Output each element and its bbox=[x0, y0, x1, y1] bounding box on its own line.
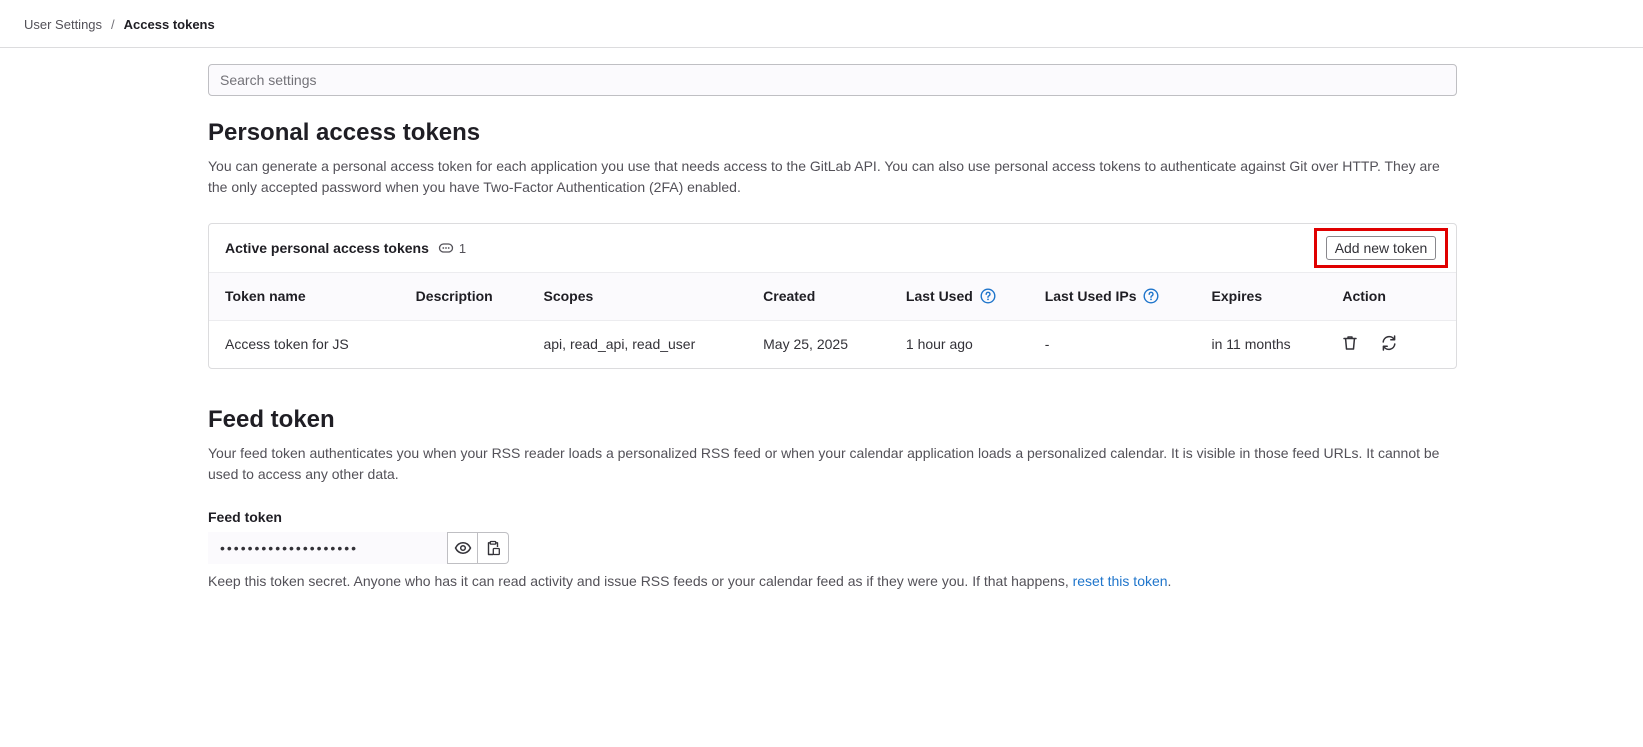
reset-token-link[interactable]: reset this token bbox=[1073, 573, 1168, 589]
top-bar: User Settings / Access tokens bbox=[0, 0, 1643, 48]
feed-token-help: Keep this token secret. Anyone who has i… bbox=[208, 571, 1457, 591]
active-tokens-title: Active personal access tokens bbox=[225, 240, 429, 256]
table-row: Access token for JS api, read_api, read_… bbox=[209, 320, 1456, 368]
active-tokens-header: Active personal access tokens 1 Add new … bbox=[209, 224, 1456, 273]
token-created-cell: May 25, 2025 bbox=[763, 336, 848, 353]
feed-token-field[interactable]: •••••••••••••••••••• bbox=[208, 532, 447, 564]
column-token-name[interactable]: Token name bbox=[209, 273, 400, 320]
feed-help-suffix: . bbox=[1167, 573, 1172, 589]
token-name-cell: Access token for JS bbox=[225, 336, 349, 353]
feed-token-field-group: •••••••••••••••••••• bbox=[208, 532, 1457, 564]
feed-help-text: Keep this token secret. Anyone who has i… bbox=[208, 573, 1073, 589]
question-circle-icon[interactable] bbox=[1143, 288, 1159, 304]
token-action-cell bbox=[1326, 320, 1456, 368]
column-last-used-ips-label: Last Used IPs bbox=[1044, 288, 1137, 305]
breadcrumb-user-settings[interactable]: User Settings bbox=[24, 17, 102, 32]
breadcrumb-separator: / bbox=[111, 17, 115, 32]
column-last-used[interactable]: Last Used bbox=[890, 273, 1029, 320]
column-last-used-label: Last Used bbox=[905, 288, 973, 305]
question-circle-icon[interactable] bbox=[980, 288, 996, 304]
table-header-row: Token name Description Scopes Created La… bbox=[209, 273, 1456, 320]
eye-icon bbox=[454, 542, 471, 554]
clipboard-icon bbox=[487, 540, 500, 556]
search-settings-input[interactable] bbox=[208, 64, 1457, 96]
reveal-token-button[interactable] bbox=[447, 532, 478, 564]
add-new-token-button[interactable]: Add new token bbox=[1325, 236, 1437, 260]
rotate-token-button[interactable] bbox=[1380, 334, 1398, 355]
column-created[interactable]: Created bbox=[747, 273, 890, 320]
column-last-used-ips: Last Used IPs bbox=[1029, 273, 1196, 320]
token-count: 1 bbox=[458, 240, 467, 256]
token-expires-cell: in 11 months bbox=[1211, 336, 1291, 353]
breadcrumb: User Settings / Access tokens bbox=[24, 17, 215, 32]
pat-description: You can generate a personal access token… bbox=[208, 158, 1440, 195]
column-scopes: Scopes bbox=[543, 288, 594, 305]
settings-content: Personal access tokens You can generate … bbox=[208, 64, 1457, 591]
breadcrumb-current: Access tokens bbox=[123, 17, 215, 32]
feed-section-title: Feed token bbox=[208, 406, 335, 433]
token-count-badge: 1 bbox=[438, 240, 466, 256]
token-scopes-cell: api, read_api, read_user bbox=[543, 336, 696, 353]
revoke-token-button[interactable] bbox=[1342, 335, 1358, 354]
feed-description: Your feed token authenticates you when y… bbox=[208, 445, 1440, 482]
active-tokens-card: Active personal access tokens 1 Add new … bbox=[208, 223, 1457, 369]
token-last-used-ips-cell: - bbox=[1044, 336, 1050, 353]
tokens-table: Token name Description Scopes Created La… bbox=[209, 273, 1456, 368]
feed-token-label: Feed token bbox=[208, 509, 282, 525]
rotate-icon bbox=[1382, 335, 1396, 351]
column-description: Description bbox=[415, 288, 493, 305]
copy-token-button[interactable] bbox=[478, 532, 509, 564]
token-last-used-cell: 1 hour ago bbox=[905, 336, 973, 353]
token-count-icon bbox=[438, 243, 454, 253]
trash-icon bbox=[1343, 336, 1358, 350]
column-expires[interactable]: Expires bbox=[1196, 273, 1327, 320]
token-description-cell bbox=[400, 320, 528, 368]
pat-section-title: Personal access tokens bbox=[208, 119, 481, 146]
column-action: Action bbox=[1342, 288, 1386, 305]
add-token-highlight: Add new token bbox=[1314, 228, 1448, 268]
